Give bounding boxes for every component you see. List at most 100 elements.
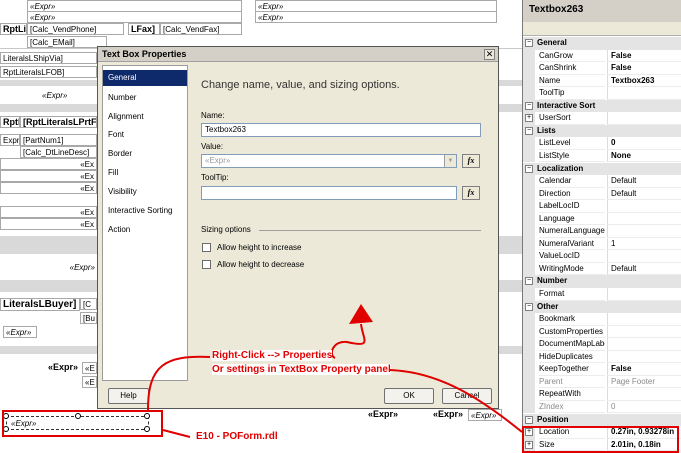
property-value[interactable]: False — [607, 363, 681, 376]
report-cell[interactable]: RptLiteralsLFOB] — [0, 66, 97, 78]
property-category[interactable]: − Number — [523, 275, 681, 288]
property-category[interactable]: − Localization — [523, 162, 681, 175]
property-value[interactable]: Textbox263 — [607, 74, 681, 88]
report-cell[interactable]: [C — [80, 298, 97, 310]
report-cell[interactable]: LiteralsLBuyer] — [0, 298, 80, 311]
collapse-icon[interactable]: − — [525, 39, 533, 47]
property-value[interactable] — [607, 112, 681, 125]
expr-cell[interactable]: «Expr» — [405, 409, 465, 421]
nav-item-alignment[interactable]: Alignment — [103, 109, 187, 125]
report-cell[interactable]: Expr» — [0, 134, 20, 146]
property-value[interactable]: False — [607, 62, 681, 75]
property-row[interactable]: RepeatWith — [523, 388, 681, 401]
property-value[interactable] — [607, 87, 681, 100]
nav-item-fill[interactable]: Fill — [103, 165, 187, 181]
tooltip-field[interactable] — [201, 186, 457, 200]
property-row[interactable]: + UserSort — [523, 112, 681, 125]
report-cell[interactable]: RptLite — [0, 23, 27, 35]
property-row[interactable]: KeepTogether False — [523, 363, 681, 376]
property-category[interactable]: − Position — [523, 413, 681, 426]
report-cell[interactable]: «Ex — [0, 182, 97, 194]
report-cell[interactable]: LiteralsLShipVia] — [0, 52, 97, 64]
expr-cell[interactable]: «Expr» — [40, 262, 97, 274]
nav-item-visibility[interactable]: Visibility — [103, 184, 187, 200]
property-value[interactable] — [607, 250, 681, 263]
property-row[interactable]: Parent Page Footer — [523, 375, 681, 389]
property-value[interactable]: False — [607, 49, 681, 63]
property-value[interactable] — [607, 225, 681, 238]
property-row[interactable]: CanShrink False — [523, 62, 681, 75]
expr-cell[interactable]: «Expr» — [27, 11, 242, 23]
report-cell[interactable]: [Calc_DtLineDesc] — [20, 146, 97, 158]
property-value[interactable]: Default — [607, 262, 681, 276]
expand-icon[interactable]: + — [525, 114, 533, 123]
property-row[interactable]: CustomProperties — [523, 325, 681, 339]
expr-cell[interactable]: «Expr» — [255, 11, 497, 23]
report-cell[interactable]: «Ex — [0, 218, 97, 230]
tooltip-expression-button[interactable]: fx — [462, 186, 480, 200]
nav-item-number[interactable]: Number — [103, 90, 187, 106]
report-cell[interactable]: «E — [82, 376, 97, 388]
property-row[interactable]: Format — [523, 288, 681, 301]
report-cell[interactable]: [Bu — [80, 312, 97, 324]
property-value[interactable]: 0 — [607, 400, 681, 414]
property-row[interactable]: Bookmark — [523, 313, 681, 326]
allow-height-increase-checkbox[interactable] — [202, 243, 211, 252]
properties-toolbar[interactable] — [523, 22, 681, 36]
value-expression-button[interactable]: fx — [462, 154, 480, 168]
report-cell[interactable]: LFax] — [128, 23, 160, 35]
property-row[interactable]: Language — [523, 212, 681, 226]
collapse-icon[interactable]: − — [525, 415, 533, 424]
property-value[interactable] — [607, 350, 681, 364]
property-value[interactable]: Default — [607, 187, 681, 201]
expr-cell[interactable]: «Expr» — [36, 362, 80, 374]
property-row[interactable]: ValueLocID — [523, 250, 681, 263]
expr-cell[interactable]: «Expr» — [340, 409, 400, 421]
collapse-icon[interactable]: − — [525, 126, 533, 135]
report-cell[interactable]: RptL — [0, 116, 20, 128]
property-value[interactable]: 0 — [607, 137, 681, 150]
collapse-icon[interactable]: − — [525, 164, 533, 173]
property-row[interactable]: ListStyle None — [523, 149, 681, 163]
property-row[interactable]: CanGrow False — [523, 49, 681, 63]
property-value[interactable]: None — [607, 149, 681, 163]
report-cell[interactable]: «Ex — [0, 158, 97, 170]
help-button[interactable]: Help — [108, 388, 149, 404]
property-row[interactable]: ZIndex 0 — [523, 400, 681, 414]
property-value[interactable]: 1 — [607, 237, 681, 251]
property-category[interactable]: − Interactive Sort — [523, 99, 681, 113]
property-category[interactable]: − General — [523, 37, 681, 50]
property-row[interactable]: ToolTip — [523, 87, 681, 100]
property-value[interactable] — [607, 388, 681, 401]
property-value[interactable]: Page Footer — [607, 375, 681, 389]
report-cell[interactable]: [Calc_EMail] — [27, 36, 107, 48]
expr-cell[interactable]: «Expr» — [468, 409, 502, 421]
property-value[interactable] — [607, 288, 681, 301]
close-icon[interactable]: ✕ — [484, 49, 495, 60]
property-value[interactable] — [607, 313, 681, 326]
property-value[interactable] — [607, 212, 681, 226]
property-row[interactable]: HideDuplicates — [523, 350, 681, 364]
report-cell[interactable]: [Calc_VendPhone] — [27, 23, 124, 35]
property-row[interactable]: ListLevel 0 — [523, 137, 681, 150]
cancel-button[interactable]: Cancel — [442, 388, 492, 404]
nav-item-action[interactable]: Action — [103, 222, 187, 238]
report-cell[interactable]: [PartNum1] — [20, 134, 97, 146]
allow-height-decrease-checkbox[interactable] — [202, 260, 211, 269]
nav-item-general[interactable]: General — [103, 70, 187, 86]
property-category[interactable]: − Lists — [523, 124, 681, 138]
nav-item-interactive-sorting[interactable]: Interactive Sorting — [103, 203, 187, 219]
property-row[interactable]: Calendar Default — [523, 175, 681, 188]
report-cell[interactable]: «Ex — [0, 170, 97, 182]
property-row[interactable]: Direction Default — [523, 187, 681, 201]
collapse-icon[interactable]: − — [525, 302, 533, 311]
report-cell[interactable]: «Ex — [0, 206, 97, 218]
property-value[interactable]: Default — [607, 175, 681, 188]
value-combo[interactable]: «Expr» ▼ — [201, 154, 457, 168]
property-row[interactable]: NumeralLanguage — [523, 225, 681, 238]
property-value[interactable] — [607, 200, 681, 213]
property-row[interactable]: DocumentMapLabel — [523, 338, 681, 351]
property-row[interactable]: WritingMode Default — [523, 262, 681, 276]
report-cell[interactable]: «E — [82, 362, 97, 374]
expr-cell[interactable]: «Expr» — [3, 326, 37, 338]
